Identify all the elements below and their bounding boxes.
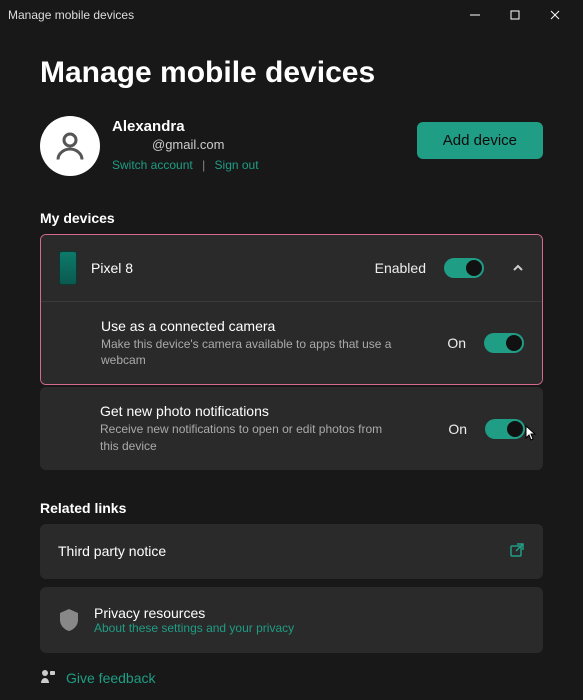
photos-toggle[interactable] bbox=[485, 419, 525, 439]
privacy-about-link[interactable]: About these settings and your privacy bbox=[94, 621, 294, 635]
account-name: Alexandra bbox=[112, 118, 259, 135]
my-devices-heading: My devices bbox=[40, 210, 543, 226]
camera-sub: Make this device's camera available to a… bbox=[101, 336, 401, 368]
window-title: Manage mobile devices bbox=[8, 8, 455, 22]
avatar bbox=[40, 116, 100, 176]
photo-notifications-card: Get new photo notifications Receive new … bbox=[40, 387, 543, 469]
camera-state-label: On bbox=[447, 335, 466, 351]
device-card: Pixel 8 Enabled Use as a connected camer… bbox=[40, 234, 543, 385]
add-device-button[interactable]: Add device bbox=[417, 122, 543, 159]
third-party-notice-link[interactable]: Third party notice bbox=[40, 524, 543, 579]
account-email: @gmail.com bbox=[152, 137, 259, 152]
phone-icon bbox=[59, 251, 77, 285]
camera-title: Use as a connected camera bbox=[101, 318, 433, 334]
page-title: Manage mobile devices bbox=[40, 56, 543, 90]
photos-title: Get new photo notifications bbox=[100, 403, 434, 419]
chevron-up-icon[interactable] bbox=[512, 262, 524, 274]
external-link-icon bbox=[509, 542, 525, 561]
minimize-button[interactable] bbox=[455, 1, 495, 29]
window-titlebar: Manage mobile devices bbox=[0, 0, 583, 30]
photos-sub: Receive new notifications to open or edi… bbox=[100, 421, 400, 453]
related-links-heading: Related links bbox=[40, 500, 543, 516]
camera-toggle[interactable] bbox=[484, 333, 524, 353]
close-button[interactable] bbox=[535, 1, 575, 29]
device-name: Pixel 8 bbox=[91, 260, 361, 276]
shield-icon bbox=[58, 608, 80, 632]
cursor-icon bbox=[525, 425, 537, 444]
maximize-button[interactable] bbox=[495, 1, 535, 29]
feedback-icon bbox=[40, 669, 56, 688]
privacy-resources-card[interactable]: Privacy resources About these settings a… bbox=[40, 587, 543, 653]
photos-state-label: On bbox=[448, 421, 467, 437]
switch-account-link[interactable]: Switch account bbox=[112, 158, 193, 172]
device-enabled-toggle[interactable] bbox=[444, 258, 484, 278]
give-feedback-link[interactable]: Give feedback bbox=[40, 669, 543, 688]
device-enabled-label: Enabled bbox=[375, 260, 426, 276]
sign-out-link[interactable]: Sign out bbox=[215, 158, 259, 172]
